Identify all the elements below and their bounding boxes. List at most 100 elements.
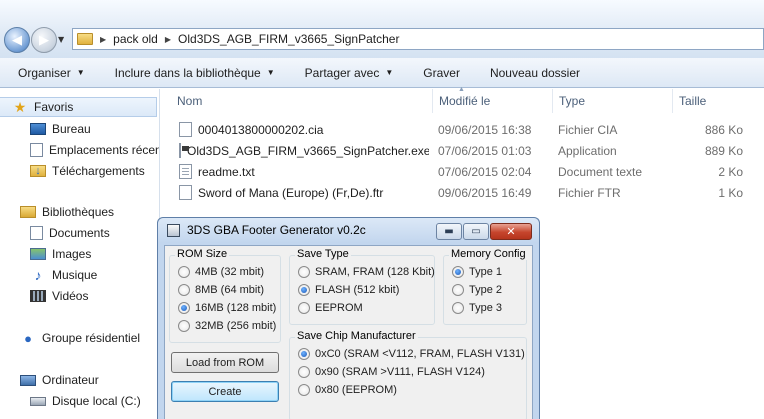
memory-config-group: Memory Config Type 1 Type 2 Type 3 [443,248,528,325]
footer-generator-window: 3DS GBA Footer Generator v0.2c ▬ ▭ ✕ ROM… [157,217,540,419]
burn-button[interactable]: Graver [423,66,460,80]
close-icon: ✕ [506,225,516,238]
minimize-button[interactable]: ▬ [436,223,462,240]
organize-label: Organiser [18,65,71,80]
new-folder-label: Nouveau dossier [489,65,581,80]
radio-dot [298,366,310,378]
file-row[interactable]: Old3DS_AGB_FIRM_v3665_SignPatcher.exe 07… [161,140,764,161]
file-row[interactable]: 0004013800000202.cia 09/06/2015 16:38 Fi… [161,119,764,140]
column-header-label: Modifié le [439,94,491,108]
radio-label: Type 2 [469,284,503,296]
sidebar-item-videos[interactable]: Vidéos [0,286,88,306]
radio-label: 4MB (32 mbit) [195,266,265,278]
sidebar-item-label: Favoris [34,100,74,114]
column-header-modified[interactable]: Modifié le [433,89,553,113]
include-in-library-label: Inclure dans la bibliothèque [114,65,261,80]
save-type-group: Save Type SRAM, FRAM (128 Kbit) FLASH (5… [289,248,435,325]
file-icon [179,122,192,137]
save-type-option-sram[interactable]: SRAM, FRAM (128 Kbit) [298,266,435,278]
file-type: Document texte [558,164,643,179]
rom-size-option-8mb[interactable]: 8MB (64 mbit) [178,284,264,296]
radio-label: Type 1 [469,266,503,278]
window-titlebar[interactable]: 3DS GBA Footer Generator v0.2c ▬ ▭ ✕ [158,218,539,243]
close-button[interactable]: ✕ [490,223,532,240]
recent-places-icon [30,143,43,157]
chevron-down-icon: ▼ [76,68,85,77]
file-size: 889 Ko [704,143,743,158]
downloads-icon: ↓ [30,165,46,177]
sidebar-item-local-disk[interactable]: Disque local (C:) [0,391,141,411]
column-header-size[interactable]: Taille [673,89,753,113]
sidebar-item-desktop[interactable]: Bureau [0,119,91,139]
rom-size-option-32mb[interactable]: 32MB (256 mbit) [178,320,276,332]
save-chip-option-0x90[interactable]: 0x90 (SRAM >V111, FLASH V124) [298,366,485,378]
load-from-rom-button[interactable]: Load from ROM [171,352,279,373]
sidebar-item-homegroup[interactable]: ● Groupe résidentiel [0,328,140,348]
radio-dot [298,266,310,278]
app-icon [167,224,180,237]
recent-pages-dropdown[interactable]: ▼ [58,35,64,44]
address-bar[interactable]: ▶ pack old ▶ Old3DS_AGB_FIRM_v3665_SignP… [72,28,764,50]
sidebar-item-favorites[interactable]: ★ Favoris [0,97,157,117]
sidebar-item-label: Disque local (C:) [52,394,141,408]
file-modified: 09/06/2015 16:38 [438,122,532,137]
column-header-type[interactable]: Type [553,89,673,113]
radio-label: 32MB (256 mbit) [195,320,277,332]
radio-label: SRAM, FRAM (128 Kbit) [315,266,435,278]
documents-icon [30,226,43,240]
breadcrumb-item[interactable]: pack old [113,32,158,46]
folder-icon [77,33,93,45]
homegroup-icon: ● [24,330,32,346]
file-name-cell: readme.txt [179,161,429,182]
column-header-name[interactable]: Nom [171,89,433,113]
sidebar-item-libraries[interactable]: Bibliothèques [0,202,114,222]
sidebar-item-downloads[interactable]: ↓ Téléchargements [0,161,145,181]
sidebar-item-recent-places[interactable]: Emplacements récen [0,140,159,160]
forward-arrow-icon: ▶ [39,32,49,48]
save-chip-option-0x80[interactable]: 0x80 (EEPROM) [298,384,397,396]
radio-label: 0x80 (EEPROM) [315,384,397,396]
share-with-label: Partager avec [304,65,380,80]
radio-dot [298,302,310,314]
radio-dot [298,384,310,396]
file-modified: 07/06/2015 01:03 [438,143,532,158]
rom-size-option-16mb[interactable]: 16MB (128 mbit) [178,302,276,314]
maximize-button[interactable]: ▭ [463,223,489,240]
include-in-library-menu[interactable]: Inclure dans la bibliothèque ▼ [115,66,275,80]
sidebar-item-computer[interactable]: Ordinateur [0,370,99,390]
memory-config-option-type-2[interactable]: Type 2 [452,284,502,296]
sidebar-item-music[interactable]: ♪ Musique [0,265,98,285]
star-icon: ★ [13,98,27,115]
file-size: 886 Ko [704,122,743,137]
memory-config-option-type-3[interactable]: Type 3 [452,302,502,314]
save-chip-option-0xc0[interactable]: 0xC0 (SRAM <V112, FRAM, FLASH V131) [298,348,525,360]
computer-icon [20,374,36,386]
sidebar-item-label: Bibliothèques [42,205,115,219]
breadcrumb-separator-icon[interactable]: ▶ [165,35,171,44]
file-name: Old3DS_AGB_FIRM_v3665_SignPatcher.exe [187,143,429,158]
create-button[interactable]: Create [171,381,279,402]
libraries-icon [20,206,36,218]
address-bar-area: ◀ ▶ ▼ ▶ pack old ▶ Old3DS_AGB_FIRM_v3665… [0,0,764,58]
back-button[interactable]: ◀ [4,27,30,53]
forward-button[interactable]: ▶ [31,27,57,53]
file-row[interactable]: Sword of Mana (Europe) (Fr,De).ftr 09/06… [161,182,764,203]
save-type-option-flash[interactable]: FLASH (512 kbit) [298,284,399,296]
share-with-menu[interactable]: Partager avec ▼ [305,66,394,80]
file-row[interactable]: readme.txt 07/06/2015 02:04 Document tex… [161,161,764,182]
file-name: 0004013800000202.cia [198,122,324,137]
organize-menu[interactable]: Organiser ▼ [18,66,85,80]
chevron-down-icon: ▼ [385,68,394,77]
breadcrumb-separator-icon[interactable]: ▶ [100,35,106,44]
sidebar-item-documents[interactable]: Documents [0,223,110,243]
rom-size-option-4mb[interactable]: 4MB (32 mbit) [178,266,264,278]
sidebar-item-pictures[interactable]: Images [0,244,91,264]
navigation-pane: ★ Favoris Bureau Emplacements récen ↓ Télé… [0,89,160,419]
memory-config-option-type-1[interactable]: Type 1 [452,266,502,278]
command-bar: Organiser ▼ Inclure dans la bibliothèque ▼… [0,58,764,88]
new-folder-button[interactable]: Nouveau dossier [490,66,580,80]
file-name-cell: Old3DS_AGB_FIRM_v3665_SignPatcher.exe [179,140,429,161]
breadcrumb-item[interactable]: Old3DS_AGB_FIRM_v3665_SignPatcher [178,32,399,46]
save-type-option-eeprom[interactable]: EEPROM [298,302,363,314]
maximize-icon: ▭ [471,226,481,237]
